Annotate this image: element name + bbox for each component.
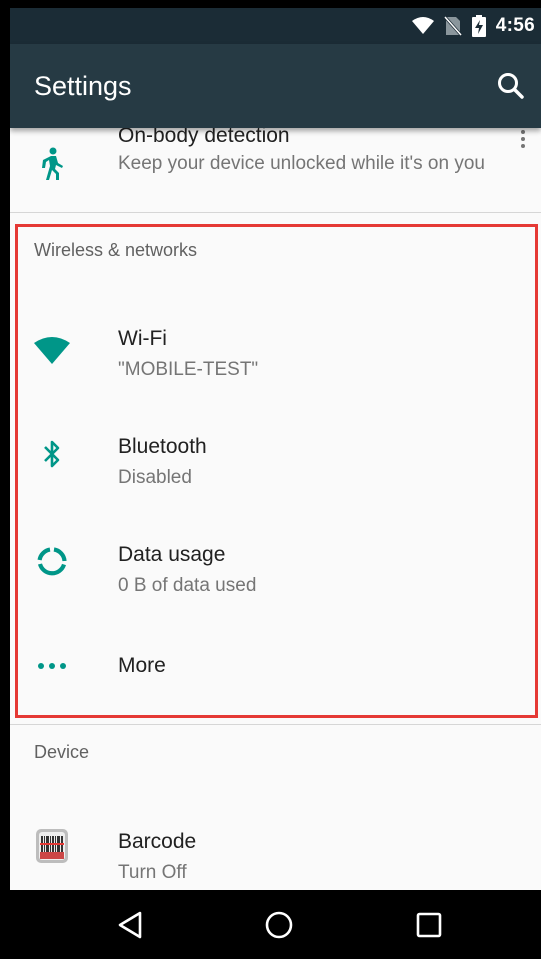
list-item-data-usage[interactable]: Data usage 0 B of data used bbox=[10, 514, 541, 618]
back-icon bbox=[118, 911, 142, 939]
list-item-barcode[interactable]: Barcode Turn Off bbox=[10, 798, 541, 890]
wifi-icon bbox=[34, 333, 70, 369]
list-item-more[interactable]: More bbox=[10, 622, 541, 710]
list-item-title: Bluetooth bbox=[118, 435, 207, 458]
bluetooth-icon bbox=[34, 436, 70, 472]
barcode-scanner-icon bbox=[34, 828, 70, 864]
search-button[interactable] bbox=[495, 70, 527, 102]
navigation-bar bbox=[10, 890, 541, 959]
recents-icon bbox=[416, 912, 442, 938]
list-item-title: Wi-Fi bbox=[118, 327, 167, 350]
list-item-title: Barcode bbox=[118, 830, 197, 853]
no-sim-icon bbox=[443, 16, 462, 36]
list-item-wifi[interactable]: Wi-Fi "MOBILE-TEST" bbox=[10, 298, 541, 402]
section-header-wireless: Wireless & networks bbox=[34, 240, 198, 260]
overflow-dot bbox=[521, 144, 525, 148]
list-item-subtitle: Disabled bbox=[118, 467, 192, 488]
status-bar: 4:56 bbox=[10, 8, 541, 44]
list-item-title: More bbox=[118, 654, 166, 677]
list-item-subtitle: "MOBILE-TEST" bbox=[118, 359, 259, 380]
home-button[interactable] bbox=[262, 908, 296, 942]
list-item-subtitle: 0 B of data used bbox=[118, 575, 257, 596]
list-item-subtitle: Keep your device unlocked while it's on … bbox=[118, 153, 485, 174]
divider bbox=[10, 724, 541, 725]
list-item-title: Data usage bbox=[118, 543, 226, 566]
search-icon bbox=[498, 73, 524, 99]
device-frame: 4:56 Settings On-body detection Keep you… bbox=[0, 0, 541, 959]
page-title: Settings bbox=[34, 70, 132, 101]
wifi-status-icon bbox=[411, 17, 434, 35]
more-horizontal-icon bbox=[34, 648, 70, 684]
walking-person-icon bbox=[34, 146, 70, 182]
section-header-device: Device bbox=[34, 742, 90, 762]
screen: 4:56 Settings On-body detection Keep you… bbox=[10, 8, 541, 959]
overflow-menu-button[interactable] bbox=[515, 124, 531, 154]
list-item-subtitle: Turn Off bbox=[118, 862, 187, 883]
recents-button[interactable] bbox=[412, 908, 446, 942]
back-button[interactable] bbox=[113, 908, 147, 942]
divider bbox=[10, 212, 541, 213]
data-usage-icon bbox=[34, 544, 70, 580]
app-bar: Settings bbox=[10, 44, 541, 128]
overflow-dot bbox=[521, 137, 525, 141]
overflow-dot bbox=[521, 130, 525, 134]
battery-charging-icon bbox=[471, 15, 486, 37]
home-icon bbox=[265, 911, 293, 939]
status-time: 4:56 bbox=[495, 15, 535, 36]
list-item-bluetooth[interactable]: Bluetooth Disabled bbox=[10, 406, 541, 510]
